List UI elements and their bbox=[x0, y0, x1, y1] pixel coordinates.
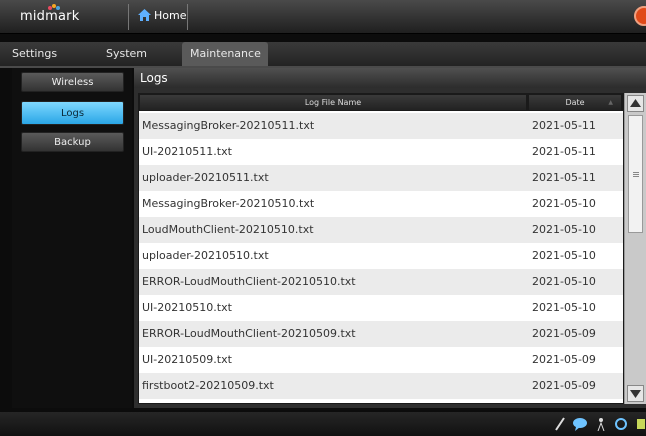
table-row[interactable]: MessagingBroker-20210510.txt 2021-05-10 bbox=[139, 191, 623, 217]
divider bbox=[187, 4, 188, 30]
pen-icon[interactable] bbox=[554, 417, 566, 431]
log-date: 2021-05-09 bbox=[532, 379, 596, 392]
tab-strip: Settings System Maintenance bbox=[0, 42, 646, 68]
scroll-down-button[interactable] bbox=[627, 385, 644, 402]
log-date: 2021-05-09 bbox=[532, 353, 596, 366]
table-header: Log File Name Date ▲ bbox=[139, 94, 623, 111]
logs-table: Log File Name Date ▲ MessagingBroker-202… bbox=[138, 93, 624, 404]
bottom-bar bbox=[0, 412, 646, 436]
panel-title: Logs bbox=[134, 68, 646, 88]
home-icon bbox=[138, 9, 151, 21]
sidebar: Wireless Logs Backup bbox=[12, 68, 132, 408]
log-file-name: MessagingBroker-20210511.txt bbox=[142, 119, 315, 132]
log-file-name: UI-20210511.txt bbox=[142, 145, 232, 158]
sidebar-item-backup[interactable]: Backup bbox=[21, 132, 124, 152]
log-date: 2021-05-10 bbox=[532, 275, 596, 288]
grip-line bbox=[633, 174, 639, 175]
top-bar: midmark Home bbox=[0, 0, 646, 34]
log-date: 2021-05-09 bbox=[532, 327, 596, 340]
tab-system[interactable]: System bbox=[98, 42, 155, 66]
grip-line bbox=[633, 172, 639, 173]
scrollbar[interactable] bbox=[624, 93, 646, 404]
log-file-name: ERROR-LoudMouthClient-20210510.txt bbox=[142, 275, 356, 288]
table-row[interactable]: MessagingBroker-20210511.txt 2021-05-11 bbox=[139, 113, 623, 139]
scroll-up-button[interactable] bbox=[627, 95, 644, 112]
network-icon[interactable] bbox=[614, 417, 628, 431]
column-header-name[interactable]: Log File Name bbox=[140, 95, 526, 110]
table-row[interactable]: UI-20210510.txt 2021-05-10 bbox=[139, 295, 623, 321]
table-row[interactable]: UI-20210511.txt 2021-05-11 bbox=[139, 139, 623, 165]
person-icon[interactable] bbox=[596, 417, 606, 431]
log-date: 2021-05-10 bbox=[532, 301, 596, 314]
table-row[interactable]: uploader-20210511.txt 2021-05-11 bbox=[139, 165, 623, 191]
log-date: 2021-05-11 bbox=[532, 145, 596, 158]
home-label: Home bbox=[154, 9, 187, 22]
table-row[interactable]: UI-20210509.txt 2021-05-09 bbox=[139, 347, 623, 373]
log-date: 2021-05-11 bbox=[532, 171, 596, 184]
arrow-down-icon bbox=[630, 390, 641, 398]
log-file-name: firstboot2-20210509.txt bbox=[142, 379, 274, 392]
scroll-thumb[interactable] bbox=[628, 115, 643, 233]
log-date: 2021-05-10 bbox=[532, 249, 596, 262]
grip-line bbox=[633, 176, 639, 177]
column-header-date-label: Date bbox=[565, 98, 585, 107]
divider bbox=[128, 4, 129, 30]
log-date: 2021-05-10 bbox=[532, 223, 596, 236]
tab-maintenance[interactable]: Maintenance bbox=[182, 42, 268, 66]
log-file-name: UI-20210510.txt bbox=[142, 301, 232, 314]
sidebar-item-wireless[interactable]: Wireless bbox=[21, 72, 124, 92]
log-file-name: uploader-20210510.txt bbox=[142, 249, 269, 262]
table-row[interactable]: ERROR-LoudMouthClient-20210510.txt 2021-0… bbox=[139, 269, 623, 295]
log-file-name: LoudMouthClient-20210510.txt bbox=[142, 223, 314, 236]
sort-arrow-icon: ▲ bbox=[608, 99, 613, 106]
home-button[interactable]: Home bbox=[138, 9, 186, 22]
log-date: 2021-05-11 bbox=[532, 119, 596, 132]
table-row[interactable]: ERROR-LoudMouthClient-20210509.txt 2021-0… bbox=[139, 321, 623, 347]
chat-icon[interactable] bbox=[572, 417, 588, 431]
arrow-up-icon bbox=[630, 99, 641, 107]
table-row[interactable]: firstboot2-20210509.txt 2021-05-09 bbox=[139, 373, 623, 399]
status-icon[interactable] bbox=[636, 417, 646, 431]
log-file-name: ERROR-LoudMouthClient-20210509.txt bbox=[142, 327, 356, 340]
sidebar-item-logs[interactable]: Logs bbox=[21, 101, 124, 125]
log-file-name: MessagingBroker-20210510.txt bbox=[142, 197, 315, 210]
alert-icon[interactable] bbox=[634, 6, 646, 26]
column-header-date[interactable]: Date ▲ bbox=[529, 95, 621, 110]
table-row[interactable]: LoudMouthClient-20210510.txt 2021-05-10 bbox=[139, 217, 623, 243]
log-file-name: uploader-20210511.txt bbox=[142, 171, 269, 184]
app-logo: midmark bbox=[20, 9, 80, 24]
log-date: 2021-05-10 bbox=[532, 197, 596, 210]
tab-settings[interactable]: Settings bbox=[4, 42, 65, 66]
table-row[interactable]: uploader-20210510.txt 2021-05-10 bbox=[139, 243, 623, 269]
log-file-name: UI-20210509.txt bbox=[142, 353, 232, 366]
